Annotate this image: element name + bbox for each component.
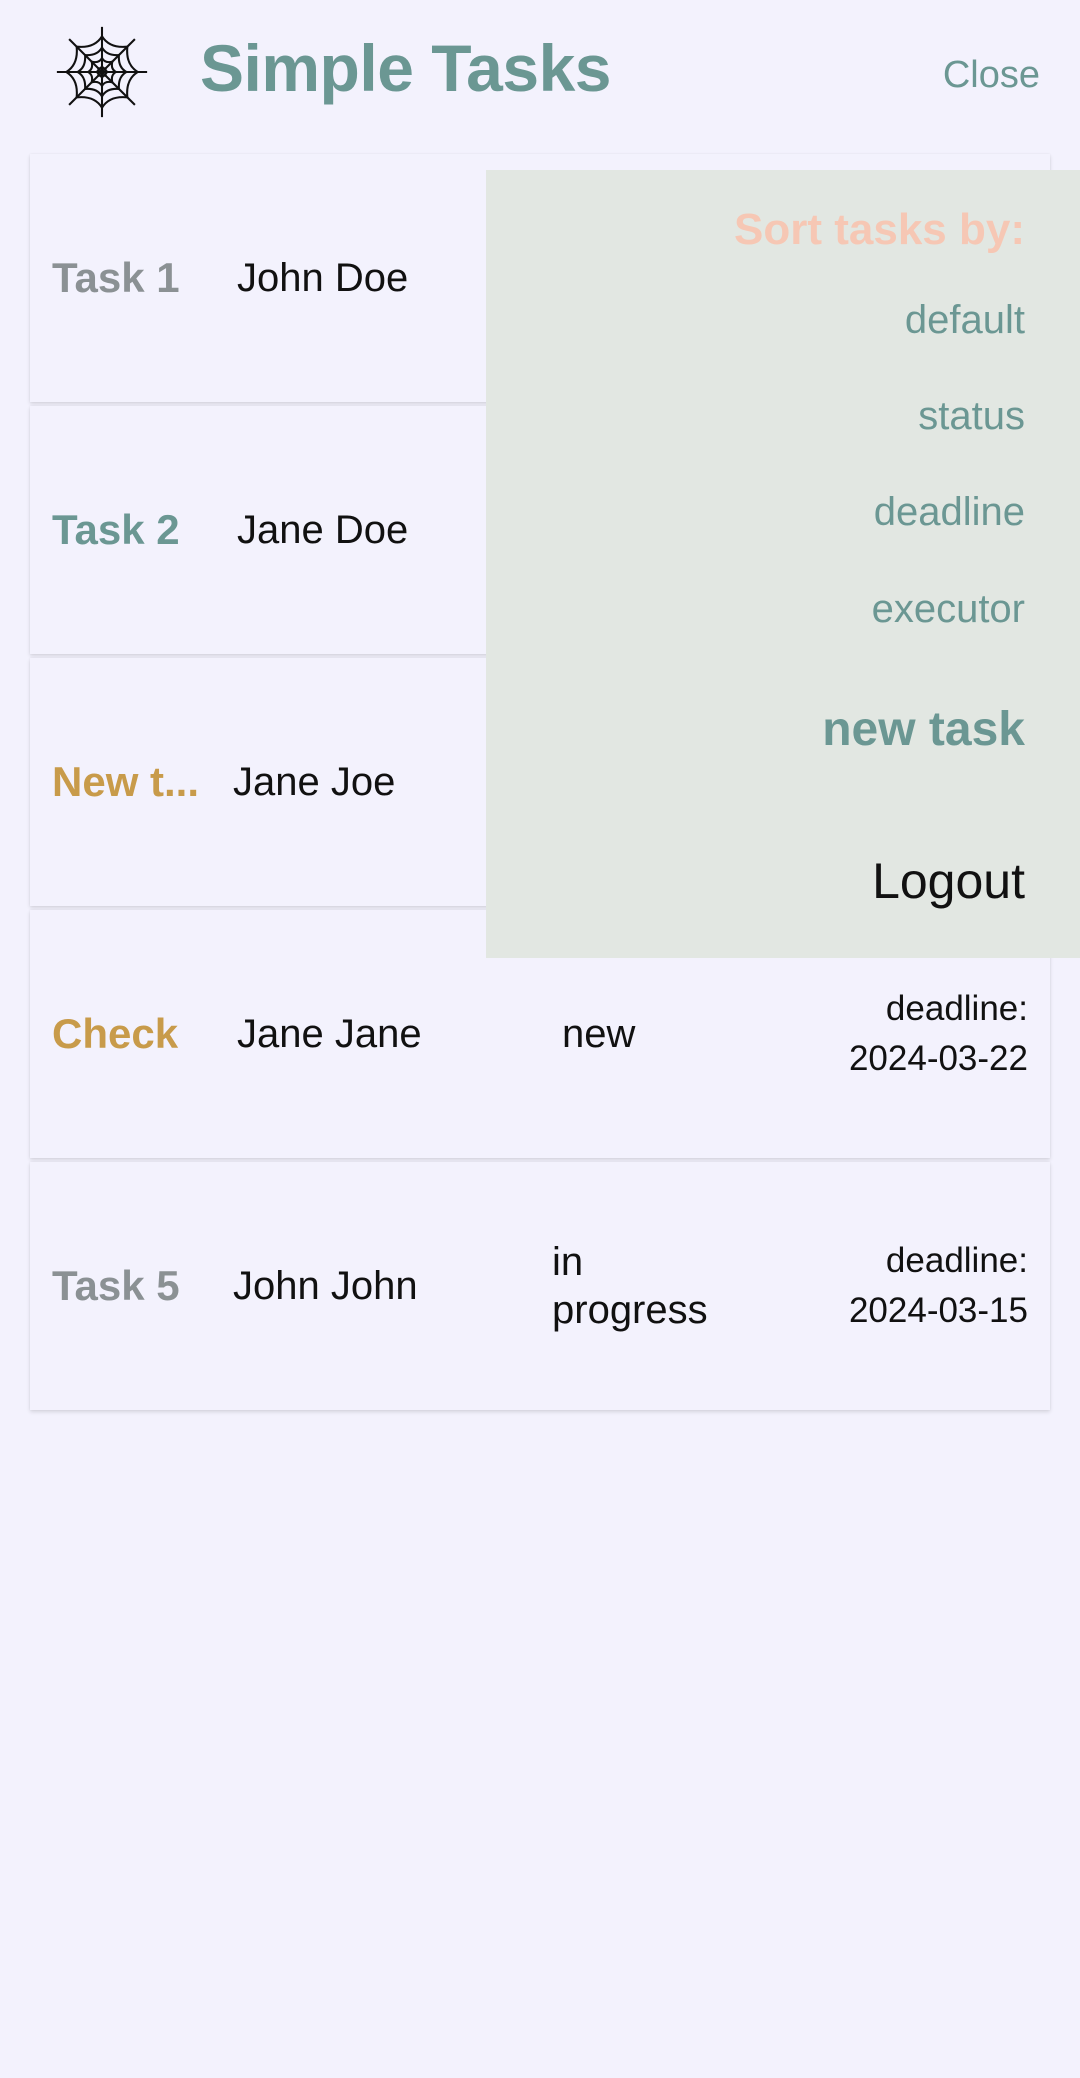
task-executor: John Doe xyxy=(237,255,409,300)
sort-heading: Sort tasks by: xyxy=(734,205,1025,254)
task-executor: Jane Doe xyxy=(237,507,409,552)
sort-option-default[interactable]: default xyxy=(905,295,1025,345)
task-row[interactable]: Task 5 John John in progress deadline: 2… xyxy=(30,1162,1050,1410)
app-title: Simple Tasks xyxy=(200,31,611,105)
task-executor: John John xyxy=(233,1263,418,1308)
task-title: Check xyxy=(52,1010,179,1057)
task-executor: Jane Joe xyxy=(233,759,396,804)
task-status: in progress xyxy=(552,1240,708,1332)
spider-web-icon xyxy=(55,25,149,119)
close-button[interactable]: Close xyxy=(943,52,1040,98)
app-header: Simple Tasks Close xyxy=(0,0,1080,150)
deadline-label: deadline: xyxy=(885,1241,1028,1280)
sort-option-deadline[interactable]: deadline xyxy=(874,487,1025,537)
task-title: New t... xyxy=(52,758,200,805)
task-executor: Jane Jane xyxy=(237,1011,422,1056)
logout-button[interactable]: Logout xyxy=(872,850,1025,912)
deadline-label: deadline: xyxy=(885,989,1028,1028)
task-title: Task 1 xyxy=(52,254,180,301)
task-title: Task 5 xyxy=(52,1262,180,1309)
sort-option-executor[interactable]: executor xyxy=(872,584,1025,634)
task-title: Task 2 xyxy=(52,506,180,553)
sort-menu-panel xyxy=(486,170,1080,958)
new-task-button[interactable]: new task xyxy=(822,700,1025,760)
sort-option-status[interactable]: status xyxy=(918,391,1025,441)
deadline-date: 2024-03-15 xyxy=(848,1291,1028,1330)
deadline-date: 2024-03-22 xyxy=(848,1039,1028,1078)
task-deadline: deadline: 2024-03-15 xyxy=(849,1162,1028,1410)
